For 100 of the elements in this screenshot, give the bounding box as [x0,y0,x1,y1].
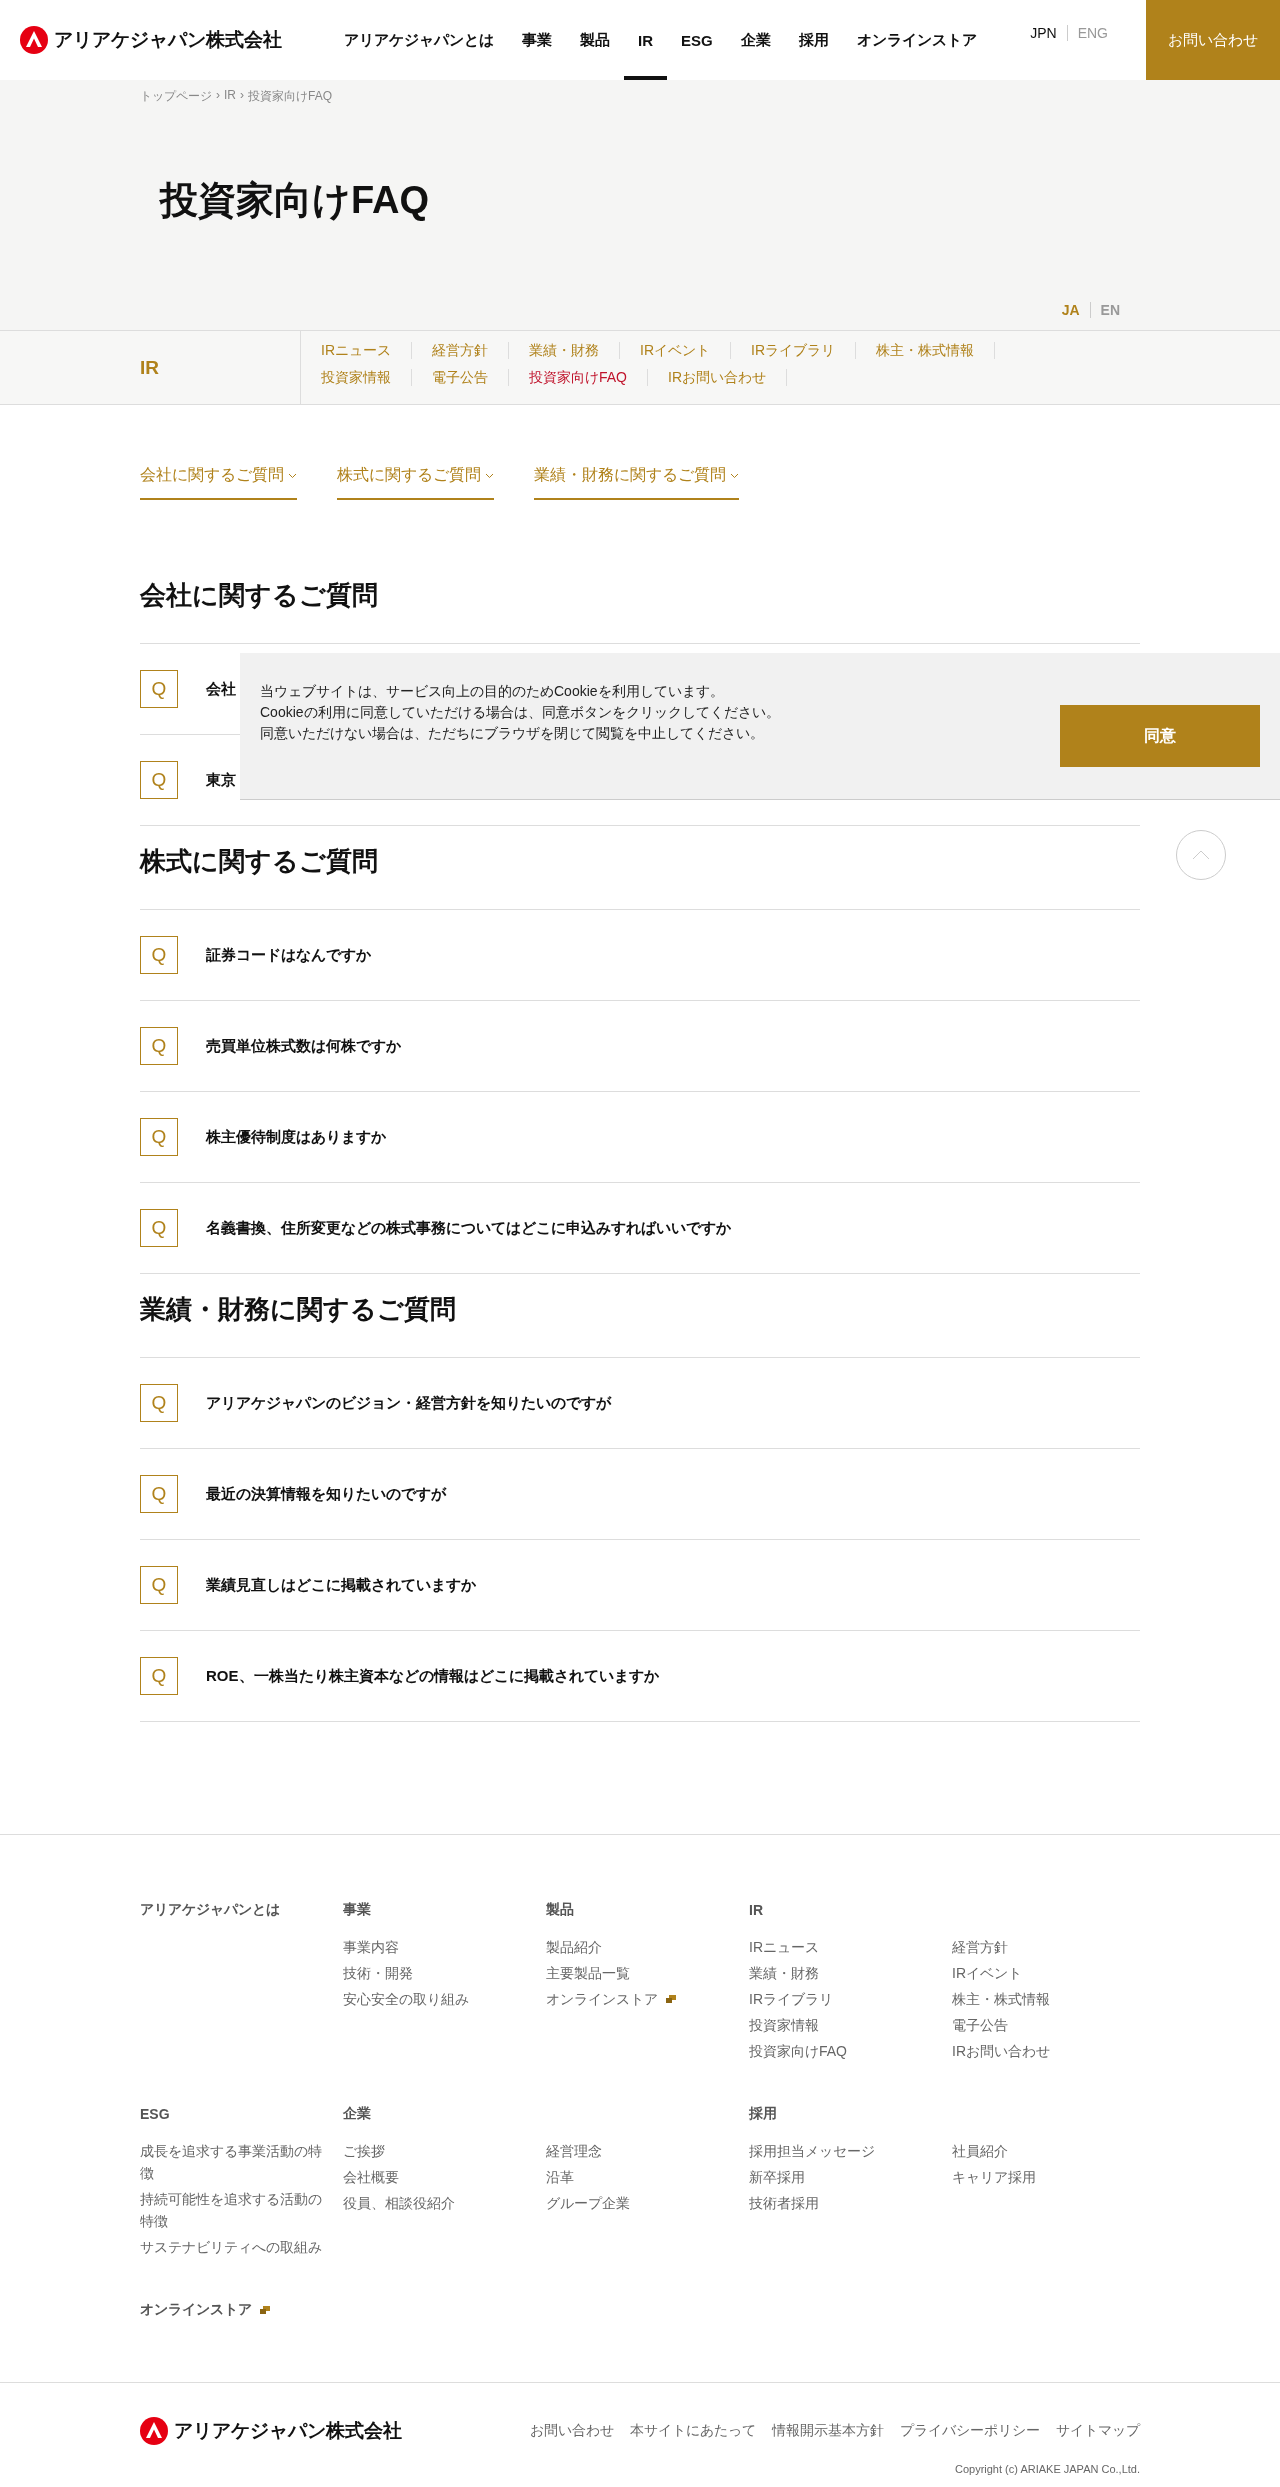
agree-button[interactable]: 同意 [1060,705,1260,767]
footer-link[interactable]: 投資家情報 [749,2014,944,2036]
subnav-link[interactable]: 電子公告 [412,369,509,386]
scroll-top-button[interactable] [1176,830,1226,880]
footer-link[interactable]: 事業内容 [343,1936,538,1958]
nav-link[interactable]: アリアケジャパンとは [330,0,508,80]
copyright-text: Copyright (c) ARIAKE JAPAN Co.,Ltd. [954,2463,1140,2475]
logo-icon [20,26,48,54]
footer-link[interactable]: 安心安全の取り組み [343,1988,538,2010]
footer-link[interactable]: 役員、相談役紹介 [343,2192,538,2214]
q-mark: Q [140,1027,178,1065]
footer-link[interactable]: お問い合わせ [530,2422,614,2440]
footer-link[interactable]: サイトマップ [1056,2422,1140,2440]
footer-link[interactable]: 情報開示基本方針 [772,2422,884,2440]
footer-heading-link[interactable]: オンラインストア [140,2300,335,2320]
footer-link[interactable]: 経営方針 [952,1936,1147,1958]
footer-link[interactable]: 業績・財務 [749,1962,944,1984]
subnav-link[interactable]: IRお問い合わせ [648,369,787,386]
footer-link[interactable]: 社員紹介 [952,2140,1147,2162]
question-link[interactable]: 会社 [206,679,236,699]
question-link[interactable]: ROE、一株当たり株主資本などの情報はどこに掲載されていますか [206,1666,659,1686]
footer-link[interactable]: IRイベント [952,1962,1147,1984]
question-link[interactable]: 名義書換、住所変更などの株式事務についてはどこに申込みすればいいですか [206,1218,731,1238]
question-link[interactable]: 株主優待制度はありますか [206,1127,386,1147]
footer-link[interactable]: IRお問い合わせ [952,2040,1147,2062]
anchor-tab[interactable]: 株式に関するご質問 [337,465,494,500]
nav-link[interactable]: 採用 [784,0,843,80]
footer-link[interactable]: オンラインストア [546,1988,741,2010]
question-link[interactable]: 最近の決算情報を知りたいのですが [206,1484,446,1504]
q-mark: Q [140,1657,178,1695]
language-link[interactable]: JA [1051,302,1090,318]
footer-link[interactable]: 沿革 [546,2166,741,2188]
footer-heading-link[interactable]: アリアケジャパンとは [140,1900,335,1920]
footer-heading-link[interactable]: 採用 [749,2104,944,2124]
language-link[interactable]: JPN [1020,25,1067,41]
section-heading: 会社に関するご質問 [140,560,1140,644]
footer-link[interactable]: 投資家向けFAQ [749,2040,944,2062]
footer-link[interactable]: 持続可能性を追求する活動の特徴 [140,2188,335,2232]
breadcrumb-link[interactable]: 投資家向けFAQ [248,88,332,105]
footer-heading-link[interactable]: 製品 [546,1900,741,1920]
section-title: IR [140,355,160,380]
footer-link[interactable]: 株主・株式情報 [952,1988,1147,2010]
cookie-message: 当ウェブサイトは、サービス向上の目的のためCookieを利用しています。 Cookieの利用に同意していただける場合は、同意ボタンをクリックしてください。 同意いただけない場合は、ただちにブラウザを閉じて閲覧を中止してください。 [260,681,781,743]
nav-link[interactable]: ESG [667,0,727,80]
footer-heading-link[interactable]: 事業 [343,1900,538,1920]
question-link[interactable]: アリアケジャパンのビジョン・経営方針を知りたいのですが [206,1393,611,1413]
footer-link[interactable]: 製品紹介 [546,1936,741,1958]
breadcrumb-link[interactable]: IR [224,88,236,105]
breadcrumb-link[interactable]: トップページ [140,88,212,105]
footer-link[interactable]: 経営理念 [546,2140,741,2162]
q-mark: Q [140,1475,178,1513]
q-mark: Q [140,1209,178,1247]
nav-link[interactable]: 企業 [726,0,785,80]
subnav-link[interactable]: 株主・株式情報 [856,342,995,359]
footer-link[interactable]: IRニュース [749,1936,944,1958]
subnav-link[interactable]: 投資家向けFAQ [509,369,648,386]
section-heading: 株式に関するご質問 [140,826,1140,910]
subnav-link[interactable]: 業績・財務 [509,342,620,359]
footer-link[interactable]: ご挨拶 [343,2140,538,2162]
anchor-tab[interactable]: 業績・財務に関するご質問 [534,465,739,500]
question-link[interactable]: 証券コードはなんですか [206,945,371,965]
question-link[interactable]: 売買単位株式数は何株ですか [206,1036,401,1056]
footer-link[interactable]: グループ企業 [546,2192,741,2214]
footer-heading-link[interactable]: 企業 [343,2104,538,2124]
footer-link[interactable]: 会社概要 [343,2166,538,2188]
footer-link[interactable]: IRライブラリ [749,1988,944,2010]
footer-link[interactable]: 採用担当メッセージ [749,2140,944,2162]
nav-link[interactable]: 事業 [508,0,566,80]
footer-link[interactable]: 主要製品一覧 [546,1962,741,1984]
footer-link[interactable]: 本サイトにあたって [630,2422,756,2440]
subnav-link[interactable]: IRニュース [321,342,412,359]
anchor-tab[interactable]: 会社に関するご質問 [140,465,297,500]
footer-link[interactable]: プライバシーポリシー [900,2422,1040,2440]
footer-link[interactable]: サステナビリティへの取組み [140,2236,335,2258]
q-mark: Q [140,936,178,974]
q-mark: Q [140,761,178,799]
logo-text[interactable]: アリアケジャパン株式会社 [174,2418,402,2444]
q-mark: Q [140,1118,178,1156]
subnav-link[interactable]: 経営方針 [412,342,509,359]
contact-button[interactable]: お問い合わせ [1146,0,1280,80]
footer-link[interactable]: 成長を追求する事業活動の特徴 [140,2140,335,2184]
nav-link[interactable]: オンラインストア [842,0,991,80]
footer-heading-link[interactable]: IR [749,1900,944,1920]
footer-link[interactable]: キャリア採用 [952,2166,1147,2188]
footer-heading-link[interactable]: ESG [140,2104,335,2124]
section-heading: 業績・財務に関するご質問 [140,1274,1140,1358]
logo-text[interactable]: アリアケジャパン株式会社 [54,27,282,53]
footer-link[interactable]: 技術者採用 [749,2192,944,2214]
q-mark: Q [140,670,178,708]
subnav-link[interactable]: IRイベント [620,342,731,359]
question-link[interactable]: 業績見直しはどこに掲載されていますか [206,1575,476,1595]
nav-link[interactable]: 製品 [566,0,624,80]
subnav-link[interactable]: IRライブラリ [731,342,856,359]
footer-link[interactable]: 技術・開発 [343,1962,538,1984]
subnav-link[interactable]: 投資家情報 [321,369,412,386]
footer-link[interactable]: 新卒採用 [749,2166,944,2188]
footer-link[interactable]: 電子公告 [952,2014,1147,2036]
external-link-icon [666,1995,676,2003]
question-link[interactable]: 東京 [206,770,236,790]
q-mark: Q [140,1384,178,1422]
